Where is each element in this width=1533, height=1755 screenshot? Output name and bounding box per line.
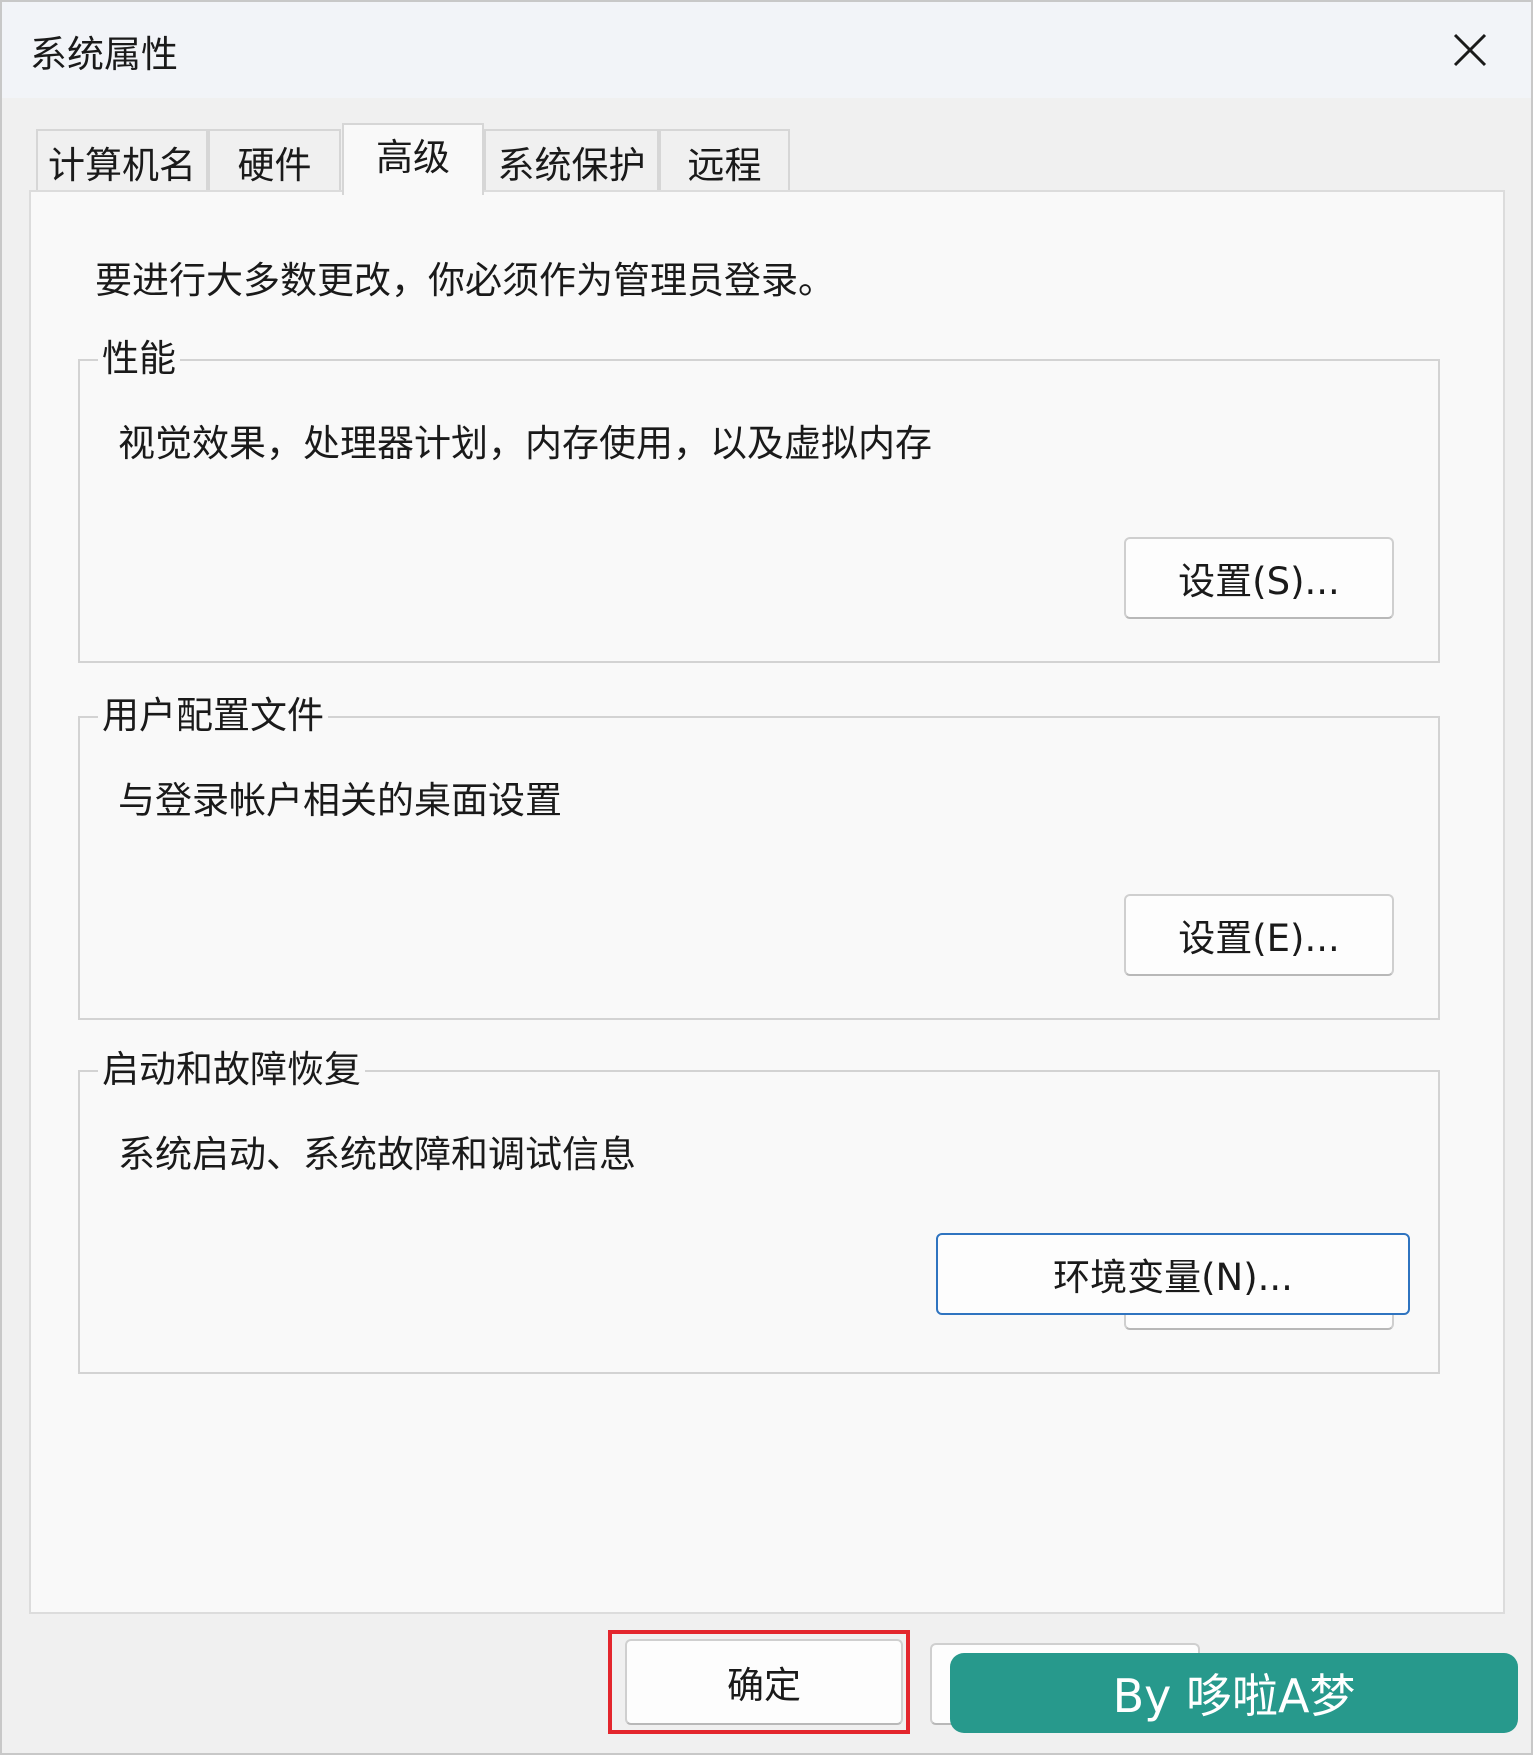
watermark-badge: By 哆啦A梦 [950, 1653, 1518, 1733]
tab-label: 远程 [687, 143, 762, 187]
close-icon [1453, 33, 1487, 67]
title-bar: 系统属性 [2, 2, 1531, 98]
user-profiles-settings-button[interactable]: 设置(E)... [1124, 894, 1394, 976]
admin-notice: 要进行大多数更改，你必须作为管理员登录。 [95, 259, 835, 302]
group-user-profiles: 用户配置文件 与登录帐户相关的桌面设置 设置(E)... [78, 692, 1440, 1020]
tab-remote[interactable]: 远程 [659, 129, 790, 192]
group-description: 系统启动、系统故障和调试信息 [118, 1133, 636, 1176]
group-startup-recovery: 启动和故障恢复 系统启动、系统故障和调试信息 设置(T)... [78, 1046, 1440, 1374]
tab-strip: 计算机名 硬件 高级 系统保护 远程 [32, 123, 1502, 195]
tab-label: 计算机名 [48, 143, 196, 187]
group-title: 性能 [98, 335, 180, 383]
performance-settings-button[interactable]: 设置(S)... [1124, 537, 1394, 619]
tab-computer-name[interactable]: 计算机名 [36, 129, 208, 192]
tab-label: 硬件 [237, 143, 312, 187]
tab-system-protection[interactable]: 系统保护 [484, 129, 659, 192]
group-description: 视觉效果，处理器计划，内存使用，以及虚拟内存 [118, 422, 932, 465]
environment-variables-button[interactable]: 环境变量(N)... [936, 1233, 1410, 1315]
tab-label: 系统保护 [497, 143, 646, 187]
tab-panel-advanced: 要进行大多数更改，你必须作为管理员登录。 性能 视觉效果，处理器计划，内存使用，… [29, 190, 1505, 1614]
tab-advanced[interactable]: 高级 [342, 123, 484, 195]
window-title: 系统属性 [30, 33, 178, 76]
tab-hardware[interactable]: 硬件 [208, 129, 341, 192]
tab-label: 高级 [376, 136, 450, 179]
group-description: 与登录帐户相关的桌面设置 [118, 779, 562, 822]
group-title: 启动和故障恢复 [98, 1046, 365, 1094]
system-properties-dialog: 系统属性 计算机名 硬件 高级 系统保护 远程 要进行大多数更改，你必须作为管理… [0, 0, 1533, 1755]
close-button[interactable] [1429, 14, 1511, 86]
group-title: 用户配置文件 [98, 692, 328, 740]
group-performance: 性能 视觉效果，处理器计划，内存使用，以及虚拟内存 设置(S)... [78, 335, 1440, 663]
ok-button[interactable]: 确定 [625, 1639, 903, 1725]
